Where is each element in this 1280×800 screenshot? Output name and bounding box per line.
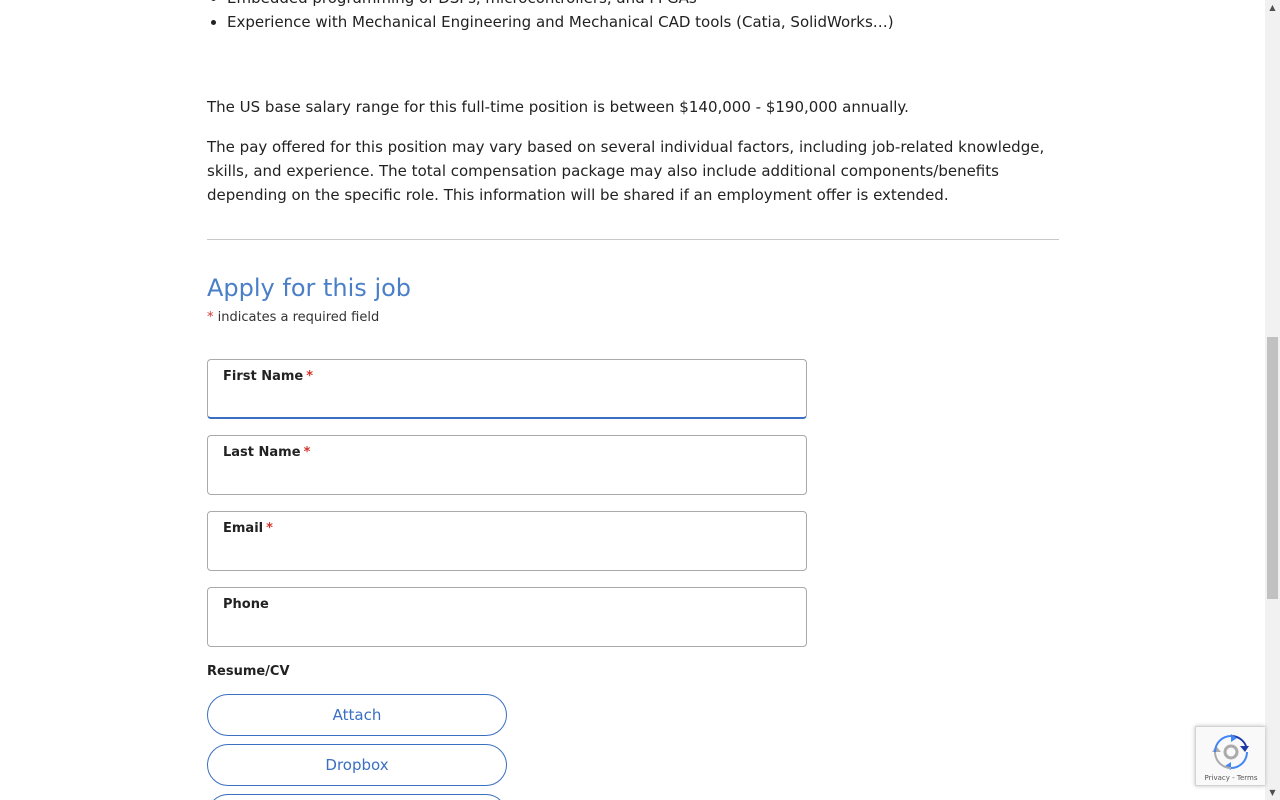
dropbox-button[interactable]: Dropbox	[207, 744, 507, 786]
vertical-scrollbar[interactable]: ▲ ▼	[1265, 0, 1280, 800]
next-upload-button[interactable]	[207, 794, 507, 800]
section-divider	[207, 239, 1059, 240]
last-name-input[interactable]	[223, 466, 787, 490]
scroll-thumb[interactable]	[1267, 337, 1278, 599]
required-field-note: * indicates a required field	[207, 309, 379, 327]
required-star: *	[207, 310, 214, 325]
triangle-up-icon[interactable]: ▲	[1265, 0, 1280, 15]
apply-title: Apply for this job	[207, 274, 412, 302]
phone-field[interactable]: Phone	[207, 587, 807, 647]
pay-disclaimer-text: The pay offered for this position may va…	[207, 138, 1045, 204]
last-name-field[interactable]: Last Name *	[207, 435, 807, 495]
email-field[interactable]: Email *	[207, 511, 807, 571]
salary-range-text: The US base salary range for this full-t…	[207, 98, 909, 116]
resume-label: Resume/CV	[207, 664, 290, 679]
phone-input[interactable]	[223, 618, 787, 642]
first-name-input[interactable]	[223, 390, 787, 414]
first-name-label: First Name *	[223, 369, 314, 384]
phone-label: Phone	[223, 597, 269, 612]
first-name-field[interactable]: First Name *	[207, 359, 807, 419]
recaptcha-logo-icon	[1212, 734, 1249, 770]
qualifications-list: Embedded programming of DSPs, microcontr…	[207, 0, 894, 34]
attach-button[interactable]: Attach	[207, 694, 507, 736]
recaptcha-terms[interactable]: Privacy - Terms	[1196, 773, 1266, 783]
qualification-item: Experience with Mechanical Engineering a…	[227, 10, 894, 34]
required-note-text: indicates a required field	[217, 310, 380, 325]
qualification-item: Embedded programming of DSPs, microcontr…	[227, 0, 894, 10]
recaptcha-badge[interactable]: Privacy - Terms	[1195, 726, 1265, 786]
last-name-label: Last Name *	[223, 445, 311, 460]
page: Embedded programming of DSPs, microcontr…	[0, 0, 1265, 800]
email-label: Email *	[223, 521, 273, 536]
email-input[interactable]	[223, 542, 787, 566]
triangle-down-icon[interactable]: ▼	[1265, 785, 1280, 800]
